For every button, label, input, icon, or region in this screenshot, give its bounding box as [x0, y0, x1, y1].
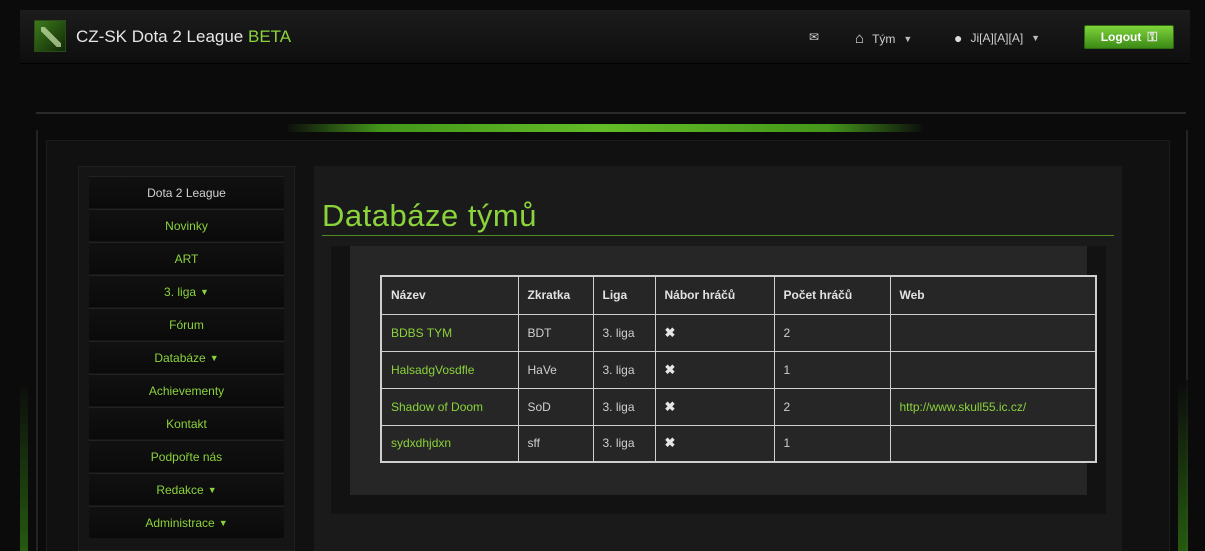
team-label: Tým — [872, 31, 896, 46]
team-league: 3. liga — [592, 350, 656, 389]
team-web-link[interactable] — [889, 424, 1097, 463]
sidebar-item-label: Dota 2 League — [147, 185, 226, 200]
user-label: Ji[A][A][A] — [970, 31, 1024, 45]
chevron-down-icon: ▼ — [218, 517, 228, 528]
sidebar-item-label: Administrace — [145, 515, 215, 530]
team-name-link[interactable]: sydxdhjdxn — [380, 424, 519, 463]
team-players: 2 — [773, 387, 891, 426]
team-abbr: SoD — [517, 387, 594, 426]
chevron-down-icon: ▼ — [207, 484, 217, 495]
key-icon: ⚿ — [1147, 29, 1158, 44]
sidebar-item-redakce[interactable]: Redakce ▼ — [89, 473, 284, 505]
sidebar-item-podporte-nas[interactable]: Podpořte nás — [89, 440, 284, 472]
sidebar-item-label: Kontakt — [166, 416, 207, 431]
column-header-abbr: Zkratka — [517, 275, 594, 315]
frame-left-border — [36, 130, 46, 551]
column-header-web: Web — [889, 275, 1097, 315]
cross-icon: ✖ — [664, 324, 676, 340]
sidebar-item-art[interactable]: ART — [89, 242, 284, 274]
chevron-down-icon: ▼ — [209, 352, 219, 363]
recruiting-cell: ✖ — [654, 313, 775, 352]
frame-left-glow — [20, 380, 28, 551]
table-header-row: Název Zkratka Liga Nábor hráčů Počet hrá… — [380, 275, 1097, 315]
team-abbr: HaVe — [517, 350, 594, 389]
team-players: 1 — [773, 424, 891, 463]
logout-button[interactable]: Logout ⚿ — [1084, 25, 1174, 49]
sidebar-item-label: Databáze — [154, 350, 206, 365]
team-name-link[interactable]: HalsadgVosdfle — [380, 350, 519, 389]
recruiting-cell: ✖ — [654, 350, 775, 389]
team-abbr: sff — [517, 424, 594, 463]
recruiting-cell: ✖ — [654, 387, 775, 426]
column-header-league: Liga — [592, 275, 656, 315]
title-divider — [322, 235, 1114, 236]
column-header-recruiting: Nábor hráčů — [654, 275, 775, 315]
team-name-link[interactable]: Shadow of Doom — [380, 387, 519, 426]
sidebar-menu: Dota 2 League Novinky ART 3. liga ▼ Fórum… — [78, 166, 295, 551]
sidebar-item-kontakt[interactable]: Kontakt — [89, 407, 284, 439]
page: CZ-SK Dota 2 League BETA ✉ ⌂ Tým ▼ ● Ji[… — [0, 0, 1205, 551]
team-abbr: BDT — [517, 313, 594, 352]
cross-icon: ✖ — [664, 435, 676, 451]
user-dropdown[interactable]: ● Ji[A][A][A] ▼ — [954, 30, 1040, 46]
top-navbar: CZ-SK Dota 2 League BETA ✉ ⌂ Tým ▼ ● Ji[… — [20, 10, 1190, 64]
table-row: Shadow of Doom SoD 3. liga ✖ 2 http://ww… — [380, 387, 1097, 426]
brand-title[interactable]: CZ-SK Dota 2 League BETA — [76, 27, 291, 47]
frame-glow-decoration — [285, 124, 925, 132]
cross-icon: ✖ — [664, 398, 676, 414]
home-icon: ⌂ — [855, 30, 865, 47]
table-panel: Název Zkratka Liga Nábor hráčů Počet hrá… — [350, 246, 1097, 495]
recruiting-cell: ✖ — [654, 424, 775, 463]
team-league: 3. liga — [592, 313, 656, 352]
brand-beta-label: BETA — [248, 27, 292, 46]
team-players: 2 — [773, 313, 891, 352]
sidebar-item-label: ART — [174, 251, 199, 266]
team-dropdown[interactable]: ⌂ Tým ▼ — [855, 30, 912, 47]
sidebar-item-forum[interactable]: Fórum — [89, 308, 284, 340]
team-players: 1 — [773, 350, 891, 389]
envelope-icon[interactable]: ✉ — [809, 31, 823, 43]
chevron-down-icon: ▼ — [1031, 33, 1041, 43]
team-web-link[interactable] — [889, 313, 1097, 352]
cross-icon: ✖ — [664, 361, 676, 377]
sidebar-item-label: Achievementy — [148, 383, 225, 398]
chevron-down-icon: ▼ — [903, 33, 913, 44]
sidebar-item-label: Redakce — [156, 482, 204, 497]
column-header-name: Název — [380, 275, 519, 315]
sidebar-item-novinky[interactable]: Novinky — [89, 209, 284, 241]
page-title: Databáze týmů — [322, 198, 537, 233]
sidebar-item-databaze[interactable]: Databáze ▼ — [89, 341, 284, 373]
teams-table: Název Zkratka Liga Nábor hráčů Počet hrá… — [380, 275, 1097, 463]
frame-right-glow — [1178, 380, 1188, 551]
user-icon: ● — [954, 30, 963, 46]
table-row: sydxdhjdxn sff 3. liga ✖ 1 — [380, 424, 1097, 463]
table-row: HalsadgVosdfle HaVe 3. liga ✖ 1 — [380, 350, 1097, 389]
sidebar-item-label: Fórum — [169, 317, 204, 332]
logout-label: Logout — [1100, 30, 1142, 44]
team-league: 3. liga — [592, 387, 656, 426]
team-web-link[interactable] — [889, 350, 1097, 389]
team-web-link[interactable]: http://www.skull55.ic.cz/ — [889, 387, 1097, 426]
sidebar-item-label: 3. liga — [164, 284, 197, 299]
main-content: Databáze týmů Název Zkratka Liga Nábor h… — [314, 166, 1122, 551]
dota-logo-icon[interactable] — [34, 20, 66, 52]
sidebar-item-dota-2-league[interactable]: Dota 2 League — [89, 176, 284, 208]
sidebar-item-administrace[interactable]: Administrace ▼ — [89, 506, 284, 538]
sidebar-item-label: Novinky — [165, 218, 208, 233]
sidebar-item-label: Podpořte nás — [150, 449, 223, 464]
column-header-players: Počet hráčů — [773, 275, 891, 315]
sidebar-item-3-liga[interactable]: 3. liga ▼ — [89, 275, 284, 307]
sidebar-item-achievementy[interactable]: Achievementy — [89, 374, 284, 406]
brand-name: CZ-SK Dota 2 League — [76, 27, 244, 46]
team-name-link[interactable]: BDBS TYM — [380, 313, 519, 352]
table-panel-outer: Název Zkratka Liga Nábor hráčů Počet hrá… — [331, 246, 1106, 514]
table-row: BDBS TYM BDT 3. liga ✖ 2 — [380, 313, 1097, 352]
chevron-down-icon: ▼ — [200, 286, 209, 297]
team-league: 3. liga — [592, 424, 656, 463]
